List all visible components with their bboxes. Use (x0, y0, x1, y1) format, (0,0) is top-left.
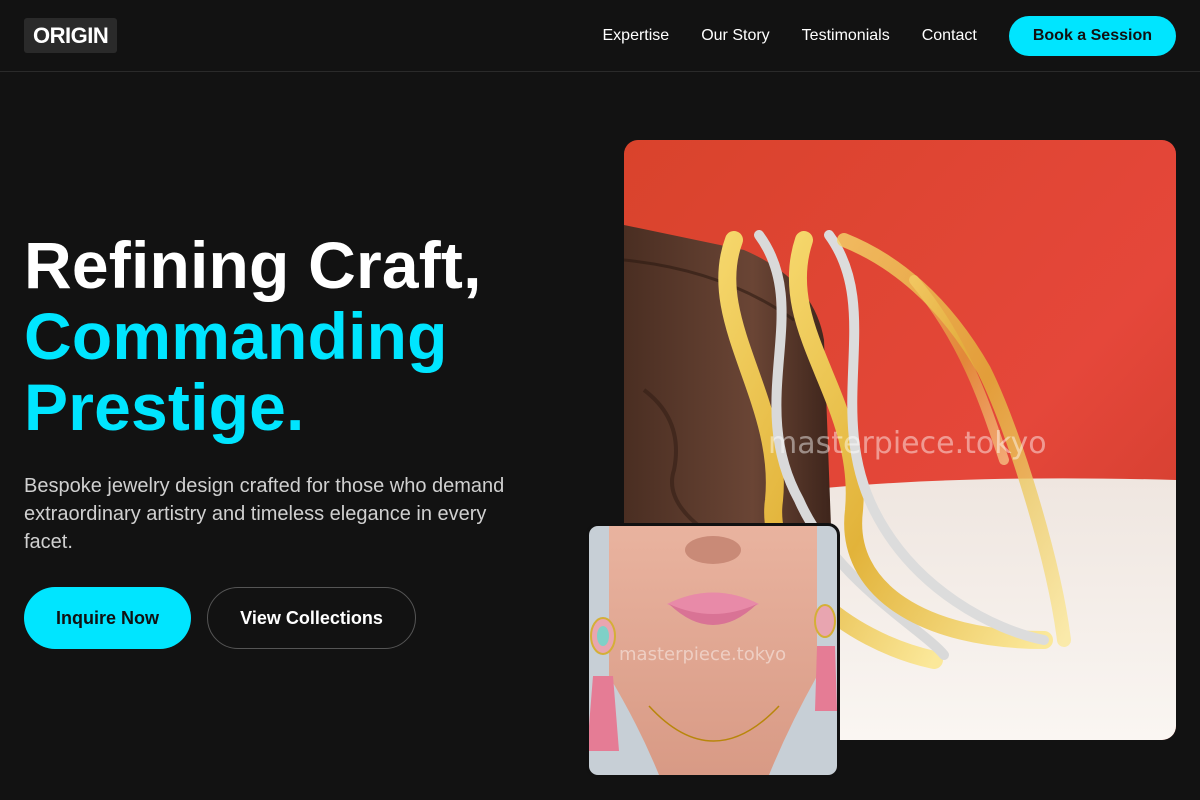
brand-logo[interactable]: ORIGIN (24, 18, 118, 53)
hero-title-line2: Commanding (24, 299, 448, 373)
inquire-now-button[interactable]: Inquire Now (24, 587, 191, 649)
nav-link-testimonials[interactable]: Testimonials (802, 16, 890, 56)
nav-link-contact[interactable]: Contact (922, 16, 977, 56)
nav-links: Expertise Our Story Testimonials Contact… (603, 16, 1176, 56)
hero-title-line1: Refining Craft, (24, 228, 482, 302)
hero-title: Refining Craft, Commanding Prestige. (24, 230, 482, 443)
top-navbar: ORIGIN Expertise Our Story Testimonials … (0, 0, 1200, 72)
hero-description: Bespoke jewelry design crafted for those… (24, 475, 505, 553)
nav-link-our-story[interactable]: Our Story (701, 16, 769, 56)
earrings-model-image: masterpiece.tokyo (586, 523, 840, 778)
hero-title-line3: Prestige. (24, 370, 305, 444)
book-session-button[interactable]: Book a Session (1008, 16, 1176, 56)
nav-link-expertise[interactable]: Expertise (603, 16, 670, 56)
view-collections-button[interactable]: View Collections (207, 587, 416, 649)
